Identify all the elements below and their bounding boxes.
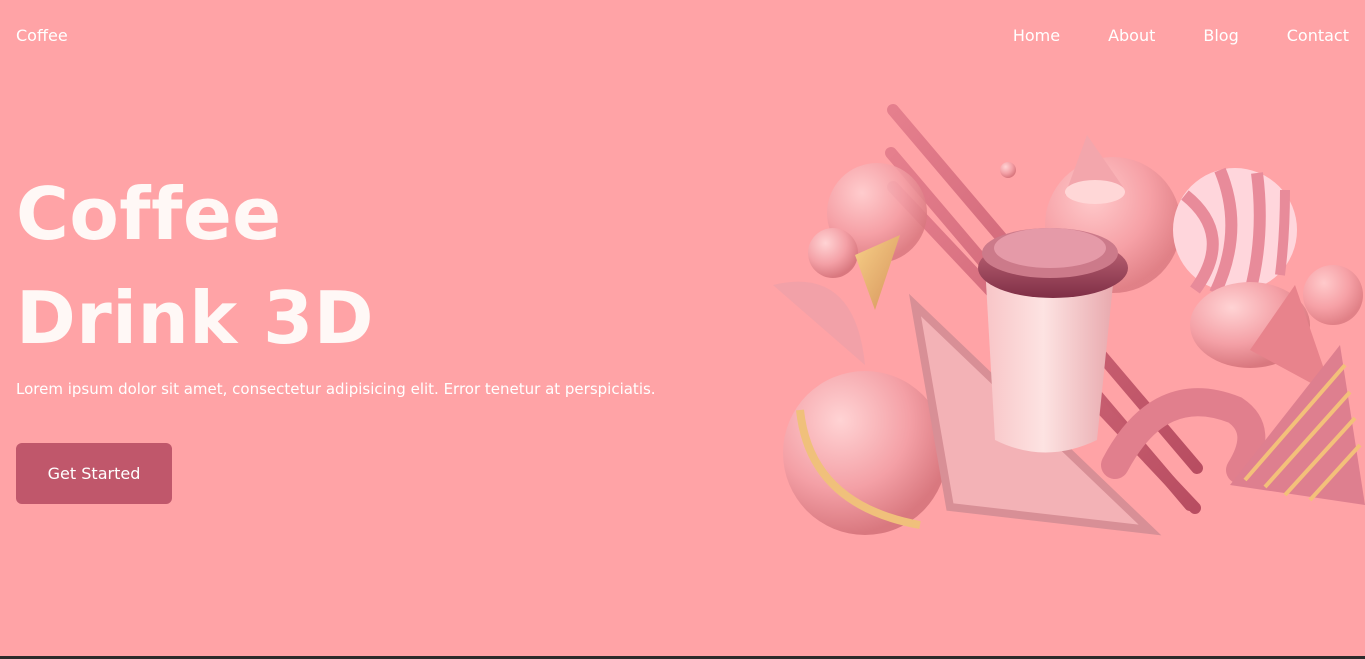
coffee-cup-3d-icon <box>773 104 1365 536</box>
nav-blog-link[interactable]: Blog <box>1203 26 1238 45</box>
site-logo[interactable]: Coffee <box>16 26 68 45</box>
hero-description: Lorem ipsum dolor sit amet, consectetur … <box>16 380 656 398</box>
main-menu: Home About Blog Contact <box>965 26 1349 45</box>
hero-title-line-1: Coffee <box>16 172 282 256</box>
nav-home-link[interactable]: Home <box>1013 26 1060 45</box>
hero-title-line-2: Drink 3D <box>16 276 375 360</box>
top-navigation: Coffee Home About Blog Contact <box>0 0 1365 72</box>
hero-title: Coffee Drink 3D <box>16 162 374 370</box>
nav-about-link[interactable]: About <box>1108 26 1155 45</box>
nav-contact-link[interactable]: Contact <box>1287 26 1349 45</box>
get-started-button[interactable]: Get Started <box>16 443 172 504</box>
coffee-illustration <box>765 95 1365 565</box>
